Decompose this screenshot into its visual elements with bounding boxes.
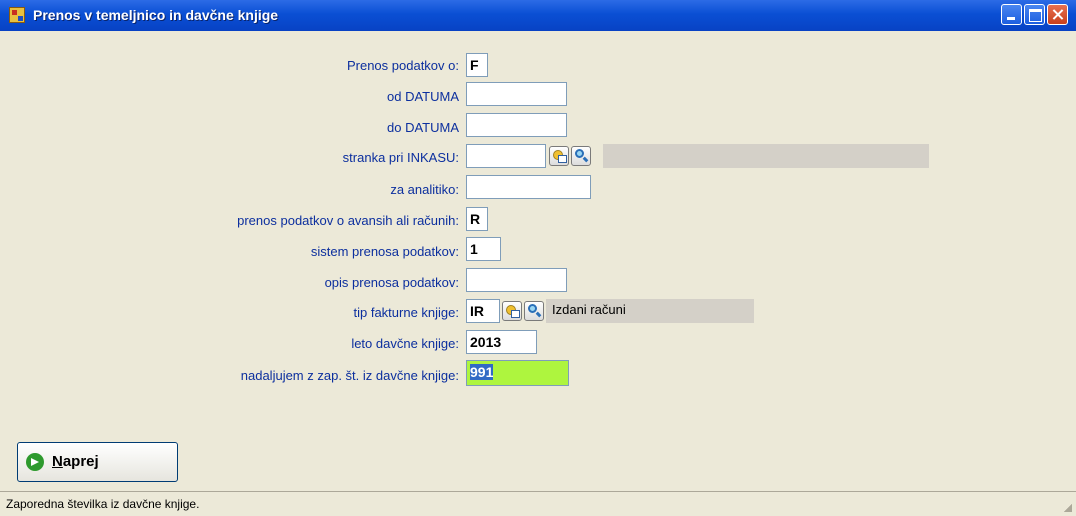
label-prenos-podatkov: Prenos podatkov o: — [346, 58, 459, 73]
app-icon — [9, 7, 25, 23]
label-tip-fakturne-knjige: tip fakturne knjige: — [353, 305, 459, 320]
stranka-description — [603, 144, 929, 168]
status-bar: Zaporedna številka iz davčne knjige. — [0, 491, 1076, 516]
sistem-prenosa-field[interactable]: 1 — [466, 237, 501, 261]
form-panel: Prenos podatkov o: F od DATUMA do DATUMA… — [2, 31, 1074, 491]
nadaljujem-zap-st-field[interactable]: 991 — [466, 360, 569, 386]
label-opis-prenosa: opis prenosa podatkov: — [324, 275, 459, 290]
za-analitiko-field[interactable] — [466, 175, 591, 199]
label-avansi-racuni: prenos podatkov o avansih ali računih: — [237, 213, 459, 228]
tip-knjige-search-icon[interactable] — [524, 301, 544, 321]
maximize-button[interactable] — [1024, 4, 1045, 25]
window-title: Prenos v temeljnico in davčne knjige — [33, 7, 279, 23]
label-nadaljujem-zap-st: nadaljujem z zap. št. iz davčne knjige: — [240, 368, 459, 383]
stranka-new-icon[interactable] — [549, 146, 569, 166]
app-window: Prenos v temeljnico in davčne knjige Pre… — [0, 0, 1076, 516]
label-leto-davcne-knjige: leto davčne knjige: — [351, 336, 459, 351]
resize-grip-icon[interactable] — [1064, 504, 1072, 512]
do-datuma-field[interactable] — [466, 113, 567, 137]
od-datuma-field[interactable] — [466, 82, 567, 106]
close-button[interactable] — [1047, 4, 1068, 25]
leto-davcne-knjige-field[interactable]: 2013 — [466, 330, 537, 354]
naprej-button-label: Naprej — [52, 453, 99, 470]
tip-fakturne-knjige-field[interactable]: IR — [466, 299, 500, 323]
status-text: Zaporedna številka iz davčne knjige. — [6, 497, 200, 511]
label-sistem-prenosa: sistem prenosa podatkov: — [310, 244, 459, 259]
label-od-datuma: od DATUMA — [387, 89, 459, 104]
minimize-button[interactable] — [1001, 4, 1022, 25]
opis-prenosa-field[interactable] — [466, 268, 567, 292]
tip-knjige-description: Izdani računi — [546, 299, 754, 323]
avansi-racuni-field[interactable]: R — [466, 207, 488, 231]
label-stranka-inkasu: stranka pri INKASU: — [342, 150, 459, 165]
naprej-button[interactable]: Naprej — [17, 442, 178, 482]
stranka-search-icon[interactable] — [571, 146, 591, 166]
label-za-analitiko: za analitiko: — [390, 182, 459, 197]
title-bar[interactable]: Prenos v temeljnico in davčne knjige — [0, 0, 1076, 31]
tip-knjige-new-icon[interactable] — [502, 301, 522, 321]
selected-text: 991 — [470, 364, 494, 380]
stranka-inkasu-field[interactable] — [466, 144, 546, 168]
prenos-podatkov-field[interactable]: F — [466, 53, 488, 77]
label-do-datuma: do DATUMA — [387, 120, 459, 135]
go-arrow-icon — [26, 453, 44, 471]
